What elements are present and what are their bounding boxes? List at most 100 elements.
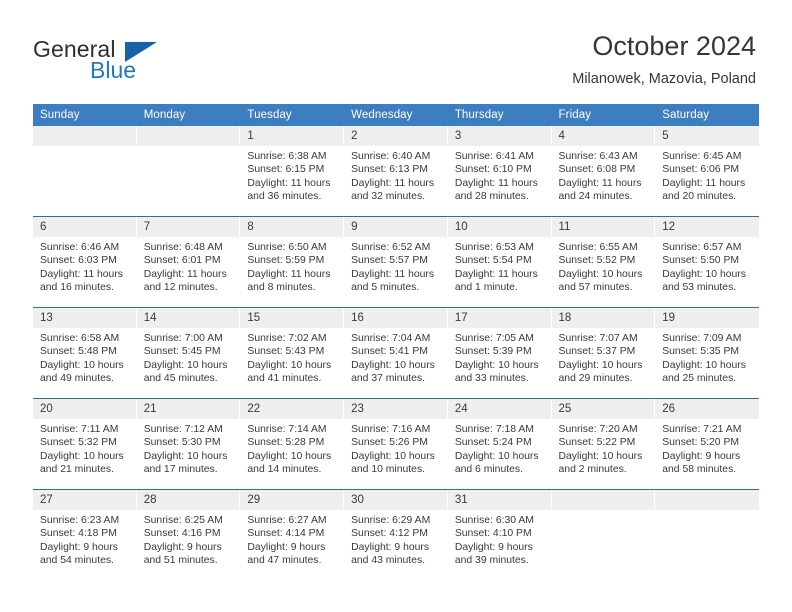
day-cell[interactable]: 4 Sunrise: 6:43 AM Sunset: 6:08 PM Dayli… — [551, 126, 656, 216]
sunset-text: Sunset: 6:13 PM — [351, 164, 428, 176]
daylight-text: Daylight: 11 hours and 28 minutes. — [454, 177, 538, 202]
day-info: Sunrise: 6:43 AM Sunset: 6:08 PM Dayligh… — [552, 146, 655, 203]
sunrise-text: Sunrise: 6:41 AM — [454, 151, 534, 162]
sunrise-text: Sunrise: 7:00 AM — [143, 333, 223, 344]
daylight-text: Daylight: 10 hours and 53 minutes. — [662, 268, 746, 293]
day-cell[interactable]: 16 Sunrise: 7:04 AM Sunset: 5:41 PM Dayl… — [344, 308, 448, 398]
daylight-text: Daylight: 10 hours and 41 minutes. — [247, 359, 332, 384]
daylight-text: Daylight: 11 hours and 36 minutes. — [247, 177, 331, 202]
day-cell[interactable]: 13 Sunrise: 6:58 AM Sunset: 5:48 PM Dayl… — [33, 308, 137, 398]
day-number: 30 — [344, 490, 447, 510]
day-cell[interactable] — [551, 490, 656, 580]
daylight-text: Daylight: 10 hours and 33 minutes. — [454, 359, 539, 384]
day-cell[interactable]: 10 Sunrise: 6:53 AM Sunset: 5:54 PM Dayl… — [447, 217, 552, 307]
sunset-text: Sunset: 5:35 PM — [662, 346, 740, 358]
day-number: 6 — [33, 217, 136, 237]
day-number: 1 — [240, 126, 344, 146]
day-info: Sunrise: 6:23 AM Sunset: 4:18 PM Dayligh… — [33, 510, 136, 567]
sunrise-text: Sunrise: 7:16 AM — [351, 424, 431, 435]
day-cell[interactable]: 20 Sunrise: 7:11 AM Sunset: 5:32 PM Dayl… — [33, 399, 137, 489]
day-cell[interactable]: 30 Sunrise: 6:29 AM Sunset: 4:12 PM Dayl… — [344, 490, 448, 580]
sunrise-text: Sunrise: 6:57 AM — [662, 242, 742, 253]
day-cell[interactable]: 31 Sunrise: 6:30 AM Sunset: 4:10 PM Dayl… — [447, 490, 552, 580]
day-cell[interactable]: 15 Sunrise: 7:02 AM Sunset: 5:43 PM Dayl… — [240, 308, 345, 398]
day-cell[interactable]: 21 Sunrise: 7:12 AM Sunset: 5:30 PM Dayl… — [136, 399, 241, 489]
day-cell[interactable]: 1 Sunrise: 6:38 AM Sunset: 6:15 PM Dayli… — [240, 126, 345, 216]
day-cell[interactable]: 6 Sunrise: 6:46 AM Sunset: 6:03 PM Dayli… — [33, 217, 137, 307]
sunset-text: Sunset: 5:50 PM — [662, 255, 740, 267]
day-cell[interactable]: 2 Sunrise: 6:40 AM Sunset: 6:13 PM Dayli… — [344, 126, 448, 216]
sunset-text: Sunset: 5:41 PM — [351, 346, 428, 358]
day-info: Sunrise: 6:29 AM Sunset: 4:12 PM Dayligh… — [344, 510, 447, 567]
sunset-text: Sunset: 5:54 PM — [454, 255, 532, 267]
day-number: 4 — [551, 126, 655, 146]
daylight-text: Daylight: 11 hours and 5 minutes. — [351, 268, 435, 293]
day-info: Sunrise: 6:30 AM Sunset: 4:10 PM Dayligh… — [448, 510, 551, 567]
day-number: 7 — [136, 217, 240, 237]
day-cell[interactable]: 27 Sunrise: 6:23 AM Sunset: 4:18 PM Dayl… — [33, 490, 137, 580]
day-cell[interactable]: 25 Sunrise: 7:20 AM Sunset: 5:22 PM Dayl… — [551, 399, 656, 489]
sunset-text: Sunset: 4:16 PM — [143, 528, 221, 540]
day-number: 2 — [344, 126, 447, 146]
day-info: Sunrise: 6:45 AM Sunset: 6:06 PM Dayligh… — [655, 146, 759, 203]
sunset-text: Sunset: 5:30 PM — [143, 437, 221, 449]
day-cell[interactable]: 23 Sunrise: 7:16 AM Sunset: 5:26 PM Dayl… — [344, 399, 448, 489]
day-cell[interactable]: 3 Sunrise: 6:41 AM Sunset: 6:10 PM Dayli… — [447, 126, 552, 216]
daylight-text: Daylight: 11 hours and 1 minute. — [454, 268, 538, 293]
day-info: Sunrise: 7:11 AM Sunset: 5:32 PM Dayligh… — [33, 419, 136, 476]
day-number: 16 — [344, 308, 447, 328]
day-cell[interactable]: 8 Sunrise: 6:50 AM Sunset: 5:59 PM Dayli… — [240, 217, 345, 307]
sunrise-text: Sunrise: 6:29 AM — [351, 515, 431, 526]
day-cell[interactable]: 14 Sunrise: 7:00 AM Sunset: 5:45 PM Dayl… — [136, 308, 241, 398]
day-cell[interactable]: 22 Sunrise: 7:14 AM Sunset: 5:28 PM Dayl… — [240, 399, 345, 489]
day-cell[interactable]: 12 Sunrise: 6:57 AM Sunset: 5:50 PM Dayl… — [655, 217, 759, 307]
day-number — [136, 126, 240, 146]
page-subtitle: Milanowek, Mazovia, Poland — [572, 71, 756, 87]
day-cell[interactable]: 7 Sunrise: 6:48 AM Sunset: 6:01 PM Dayli… — [136, 217, 241, 307]
day-cell[interactable]: 29 Sunrise: 6:27 AM Sunset: 4:14 PM Dayl… — [240, 490, 345, 580]
day-cell[interactable]: 9 Sunrise: 6:52 AM Sunset: 5:57 PM Dayli… — [344, 217, 448, 307]
week-row: 6 Sunrise: 6:46 AM Sunset: 6:03 PM Dayli… — [33, 216, 759, 307]
page-title: October 2024 — [592, 31, 756, 61]
day-info: Sunrise: 6:50 AM Sunset: 5:59 PM Dayligh… — [240, 237, 343, 294]
sunrise-text: Sunrise: 7:02 AM — [247, 333, 327, 344]
sunrise-text: Sunrise: 6:58 AM — [40, 333, 120, 344]
day-cell[interactable]: 24 Sunrise: 7:18 AM Sunset: 5:24 PM Dayl… — [447, 399, 552, 489]
daylight-text: Daylight: 10 hours and 14 minutes. — [247, 450, 332, 475]
weekday-header-row: Sunday Monday Tuesday Wednesday Thursday… — [33, 104, 759, 126]
day-info: Sunrise: 6:55 AM Sunset: 5:52 PM Dayligh… — [552, 237, 655, 294]
weekday-header-thursday: Thursday — [454, 109, 504, 121]
day-cell[interactable]: 5 Sunrise: 6:45 AM Sunset: 6:06 PM Dayli… — [655, 126, 759, 216]
day-info: Sunrise: 7:05 AM Sunset: 5:39 PM Dayligh… — [448, 328, 551, 385]
sunset-text: Sunset: 6:03 PM — [40, 255, 117, 267]
day-cell[interactable] — [136, 126, 241, 216]
sunrise-text: Sunrise: 6:52 AM — [351, 242, 431, 253]
sunset-text: Sunset: 5:37 PM — [558, 346, 636, 358]
general-blue-logo[interactable]: General Blue — [33, 36, 253, 92]
sunset-text: Sunset: 5:57 PM — [351, 255, 428, 267]
day-info — [137, 146, 240, 150]
day-number: 14 — [136, 308, 240, 328]
day-number: 5 — [655, 126, 759, 146]
day-cell[interactable] — [33, 126, 137, 216]
day-cell[interactable]: 18 Sunrise: 7:07 AM Sunset: 5:37 PM Dayl… — [551, 308, 656, 398]
daylight-text: Daylight: 9 hours and 39 minutes. — [454, 541, 533, 566]
day-info: Sunrise: 7:14 AM Sunset: 5:28 PM Dayligh… — [240, 419, 343, 476]
day-cell[interactable] — [655, 490, 759, 580]
sunset-text: Sunset: 6:08 PM — [558, 164, 636, 176]
day-number: 11 — [551, 217, 655, 237]
day-cell[interactable]: 26 Sunrise: 7:21 AM Sunset: 5:20 PM Dayl… — [655, 399, 759, 489]
day-info: Sunrise: 7:04 AM Sunset: 5:41 PM Dayligh… — [344, 328, 447, 385]
title-block: October 2024 Milanowek, Mazovia, Poland — [572, 30, 756, 88]
day-info: Sunrise: 6:41 AM Sunset: 6:10 PM Dayligh… — [448, 146, 551, 203]
day-cell[interactable]: 28 Sunrise: 6:25 AM Sunset: 4:16 PM Dayl… — [136, 490, 241, 580]
day-info: Sunrise: 7:18 AM Sunset: 5:24 PM Dayligh… — [448, 419, 551, 476]
day-cell[interactable]: 17 Sunrise: 7:05 AM Sunset: 5:39 PM Dayl… — [447, 308, 552, 398]
weekday-header-tuesday: Tuesday — [247, 109, 292, 121]
day-cell[interactable]: 19 Sunrise: 7:09 AM Sunset: 5:35 PM Dayl… — [655, 308, 759, 398]
sunset-text: Sunset: 5:20 PM — [662, 437, 740, 449]
day-cell[interactable]: 11 Sunrise: 6:55 AM Sunset: 5:52 PM Dayl… — [551, 217, 656, 307]
daylight-text: Daylight: 11 hours and 16 minutes. — [40, 268, 123, 293]
sunrise-text: Sunrise: 7:21 AM — [662, 424, 742, 435]
sunrise-text: Sunrise: 7:14 AM — [247, 424, 327, 435]
